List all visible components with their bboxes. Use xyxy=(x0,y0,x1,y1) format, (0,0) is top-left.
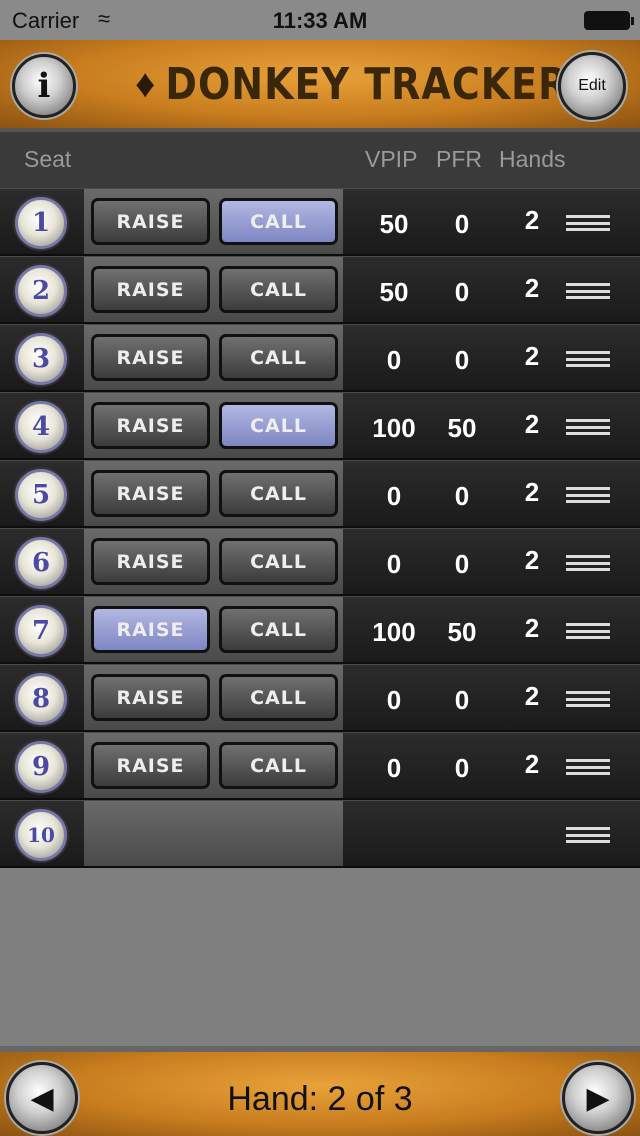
pfr-value: 0 xyxy=(454,685,470,715)
reorder-grip-icon[interactable] xyxy=(566,691,610,707)
seat-row: 6 RAISE CALL 0 0 2 xyxy=(0,528,640,596)
donkey-logo-icon: ♦ xyxy=(135,61,156,106)
pfr-value: 0 xyxy=(454,277,470,307)
seat-row: 10 xyxy=(0,800,640,868)
call-button[interactable]: CALL xyxy=(219,606,338,653)
hands-value: 2 xyxy=(524,205,540,235)
seat-badge: 2 xyxy=(15,265,67,317)
raise-button[interactable]: RAISE xyxy=(91,674,210,721)
pfr-value: 0 xyxy=(454,549,470,579)
seat-row: 7 RAISE CALL 100 50 2 xyxy=(0,596,640,664)
call-button[interactable]: CALL xyxy=(219,674,338,721)
seat-row: 1 RAISE CALL 50 0 2 xyxy=(0,188,640,256)
seat-badge: 1 xyxy=(15,197,67,249)
raise-button[interactable]: RAISE xyxy=(91,266,210,313)
seat-badge: 10 xyxy=(15,809,67,861)
next-hand-button[interactable]: ▶ xyxy=(562,1062,634,1134)
seat-badge: 9 xyxy=(15,741,67,793)
hands-value: 2 xyxy=(524,273,540,303)
seat-row: 9 RAISE CALL 0 0 2 xyxy=(0,732,640,800)
hands-value: 2 xyxy=(524,341,540,371)
seat-header: Seat xyxy=(24,146,72,172)
pfr-value: 50 xyxy=(447,617,477,647)
reorder-grip-icon[interactable] xyxy=(566,283,610,299)
reorder-grip-icon[interactable] xyxy=(566,487,610,503)
vpip-header: VPIP xyxy=(365,146,418,172)
pfr-value: 0 xyxy=(454,345,470,375)
status-bar: Carrier ≈ 11:33 AM xyxy=(0,0,640,40)
hands-value: 2 xyxy=(524,545,540,575)
raise-button[interactable]: RAISE xyxy=(91,538,210,585)
header-bar: i ♦ DONKEY TRACKER Edit xyxy=(0,40,640,132)
pfr-header: PFR xyxy=(436,146,482,172)
column-headers: Seat VPIP PFR Hands xyxy=(0,132,640,188)
edit-label: Edit xyxy=(578,77,606,94)
seat-badge: 7 xyxy=(15,605,67,657)
call-button[interactable]: CALL xyxy=(219,470,338,517)
vpip-value: 50 xyxy=(379,209,409,239)
pfr-value: 0 xyxy=(454,481,470,511)
reorder-grip-icon[interactable] xyxy=(566,827,610,843)
vpip-value: 50 xyxy=(379,277,409,307)
triangle-right-icon: ▶ xyxy=(586,1081,610,1115)
reorder-grip-icon[interactable] xyxy=(566,623,610,639)
battery-icon xyxy=(584,11,634,30)
seat-badge: 5 xyxy=(15,469,67,521)
info-button[interactable]: i xyxy=(12,54,76,118)
seat-badge: 4 xyxy=(15,401,67,453)
hands-value: 2 xyxy=(524,749,540,779)
info-icon: i xyxy=(37,66,51,106)
hands-header: Hands xyxy=(499,146,566,172)
seat-badge: 3 xyxy=(15,333,67,385)
raise-button[interactable]: RAISE xyxy=(91,470,210,517)
seat-list: 1 RAISE CALL 50 0 2 2 RAISE CALL 50 0 2 3 RAISE CALL 0 0… xyxy=(0,188,640,868)
vpip-value: 0 xyxy=(386,549,402,579)
hands-value: 2 xyxy=(524,477,540,507)
call-button[interactable]: CALL xyxy=(219,742,338,789)
raise-button[interactable]: RAISE xyxy=(91,606,210,653)
hands-value: 2 xyxy=(524,613,540,643)
app-title: DONKEY TRACKER xyxy=(165,58,569,110)
hands-value: 2 xyxy=(524,681,540,711)
vpip-value: 0 xyxy=(386,345,402,375)
seat-badge: 8 xyxy=(15,673,67,725)
reorder-grip-icon[interactable] xyxy=(566,555,610,571)
call-button[interactable]: CALL xyxy=(219,402,338,449)
raise-button[interactable]: RAISE xyxy=(91,402,210,449)
vpip-value: 0 xyxy=(386,481,402,511)
reorder-grip-icon[interactable] xyxy=(566,759,610,775)
pfr-value: 50 xyxy=(447,413,477,443)
call-button[interactable]: CALL xyxy=(219,334,338,381)
app-logo: ♦ DONKEY TRACKER xyxy=(135,54,568,114)
reorder-grip-icon[interactable] xyxy=(566,419,610,435)
reorder-grip-icon[interactable] xyxy=(566,351,610,367)
seat-row: 3 RAISE CALL 0 0 2 xyxy=(0,324,640,392)
vpip-value: 0 xyxy=(386,753,402,783)
seat-row: 2 RAISE CALL 50 0 2 xyxy=(0,256,640,324)
call-button[interactable]: CALL xyxy=(219,538,338,585)
seat-row: 4 RAISE CALL 100 50 2 xyxy=(0,392,640,460)
vpip-value: 100 xyxy=(372,617,416,647)
seat-badge: 6 xyxy=(15,537,67,589)
clock: 11:33 AM xyxy=(272,8,368,33)
pfr-value: 0 xyxy=(454,753,470,783)
edit-button[interactable]: Edit xyxy=(558,52,626,120)
hands-value: 2 xyxy=(524,409,540,439)
vpip-value: 0 xyxy=(386,685,402,715)
reorder-grip-icon[interactable] xyxy=(566,215,610,231)
seat-row: 5 RAISE CALL 0 0 2 xyxy=(0,460,640,528)
hand-counter: Hand: 2 of 3 xyxy=(227,1080,413,1118)
pfr-value: 0 xyxy=(454,209,470,239)
call-button[interactable]: CALL xyxy=(219,198,338,245)
raise-button[interactable]: RAISE xyxy=(91,334,210,381)
call-button[interactable]: CALL xyxy=(219,266,338,313)
raise-button[interactable]: RAISE xyxy=(91,198,210,245)
raise-button[interactable]: RAISE xyxy=(91,742,210,789)
footer-bar: ◀ Hand: 2 of 3 ▶ xyxy=(0,1046,640,1136)
seat-row: 8 RAISE CALL 0 0 2 xyxy=(0,664,640,732)
action-area xyxy=(84,801,343,866)
vpip-value: 100 xyxy=(372,413,416,443)
